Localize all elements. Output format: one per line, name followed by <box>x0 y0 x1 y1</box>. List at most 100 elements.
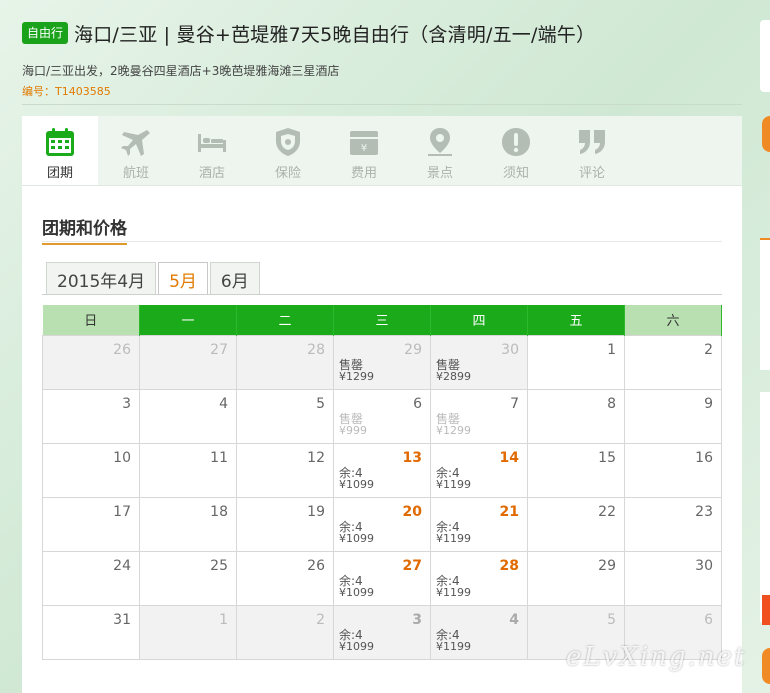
calendar-day-available[interactable]: 13 余:4 ¥1099 <box>333 442 431 498</box>
tab-notice[interactable]: 须知 <box>478 116 554 185</box>
calendar-body: 26 27 28 29 售罄 ¥1299 30 售罄 ¥2899 1 2 3 4 5 6 售罄 ¥999 7 售罄 ¥… <box>42 334 722 660</box>
side-button-edge[interactable] <box>762 595 770 625</box>
price-text: ¥1099 <box>339 585 374 599</box>
calendar-day-available[interactable]: 3 余:4 ¥1099 <box>333 604 431 660</box>
day-number: 29 <box>404 341 422 358</box>
tab-insurance[interactable]: 保险 <box>250 116 326 185</box>
page-header: 自由行 海口/三亚 | 曼谷+芭堤雅7天5晚自由行（含清明/五一/端午） 海口/… <box>22 18 752 99</box>
title-row: 自由行 海口/三亚 | 曼谷+芭堤雅7天5晚自由行（含清明/五一/端午） <box>22 18 752 48</box>
calendar-day: 26 <box>42 334 140 390</box>
price-text: ¥1199 <box>436 477 471 491</box>
tab-label: 团期 <box>46 166 73 181</box>
calendar-day-available[interactable]: 27 余:4 ¥1099 <box>333 550 431 606</box>
tab-label: 航班 <box>122 166 149 181</box>
day-number: 30 <box>501 341 519 358</box>
weekday-mon: 一 <box>139 305 237 335</box>
weekday-sat: 六 <box>624 305 722 335</box>
day-number: 29 <box>598 557 616 574</box>
page-title: 海口/三亚 | 曼谷+芭堤雅7天5晚自由行（含清明/五一/端午） <box>74 23 596 46</box>
day-number: 28 <box>499 557 519 574</box>
tab-fees[interactable]: ¥ 费用 <box>326 116 402 185</box>
departure-calendar: 日 一 二 三 四 五 六 26 27 28 29 售罄 ¥1299 30 售罄 ¥2899 1 2… <box>42 305 722 660</box>
calendar-day: 30 <box>624 550 722 606</box>
day-number: 6 <box>413 395 422 412</box>
calendar-day: 7 售罄 ¥1299 <box>430 388 528 444</box>
day-number: 31 <box>113 611 131 628</box>
calendar-day: 22 <box>527 496 625 552</box>
day-number: 15 <box>598 449 616 466</box>
weekday-tue: 二 <box>236 305 334 335</box>
weekday-sun: 日 <box>42 305 140 335</box>
tab-schedule[interactable]: 团期 <box>22 116 98 185</box>
price-text: ¥1099 <box>339 639 374 653</box>
day-number: 6 <box>704 611 713 628</box>
day-number: 10 <box>113 449 131 466</box>
month-tab-may[interactable]: 5月 <box>158 262 208 295</box>
svg-text:¥: ¥ <box>361 143 367 154</box>
calendar-week-row: 17 18 19 20 余:4 ¥1099 21 余:4 ¥1199 22 23 <box>42 496 722 552</box>
site-watermark: eLvXing.net <box>566 642 747 672</box>
day-number: 30 <box>695 557 713 574</box>
header-divider <box>22 104 742 105</box>
calendar-week-row: 3 4 5 6 售罄 ¥999 7 售罄 ¥1299 8 9 <box>42 388 722 444</box>
calendar-day: 29 售罄 ¥1299 <box>333 334 431 390</box>
day-number: 23 <box>695 503 713 520</box>
day-number: 3 <box>122 395 131 412</box>
tab-hotel[interactable]: 酒店 <box>174 116 250 185</box>
calendar-day: 16 <box>624 442 722 498</box>
day-number: 5 <box>316 395 325 412</box>
calendar-day-available[interactable]: 28 余:4 ¥1199 <box>430 550 528 606</box>
quote-icon <box>579 130 605 154</box>
tab-label: 景点 <box>426 166 453 181</box>
calendar-day: 24 <box>42 550 140 606</box>
tab-label: 评论 <box>578 166 605 181</box>
day-number: 2 <box>704 341 713 358</box>
day-number: 22 <box>598 503 616 520</box>
day-number: 5 <box>607 611 616 628</box>
month-tabs-divider <box>42 294 722 295</box>
calendar-day: 23 <box>624 496 722 552</box>
side-button-edge[interactable] <box>762 648 770 684</box>
month-tab-april[interactable]: 2015年4月 <box>46 262 157 294</box>
day-number: 9 <box>704 395 713 412</box>
day-number: 19 <box>307 503 325 520</box>
month-tab-june[interactable]: 6月 <box>209 262 260 294</box>
day-number: 21 <box>499 503 519 520</box>
calendar-day: 4 <box>139 388 237 444</box>
bed-icon <box>198 134 226 152</box>
side-button-edge[interactable] <box>762 116 770 152</box>
calendar-day-available[interactable]: 20 余:4 ¥1099 <box>333 496 431 552</box>
tab-attractions[interactable]: 景点 <box>402 116 478 185</box>
day-number: 1 <box>219 611 228 628</box>
calendar-day: 17 <box>42 496 140 552</box>
day-number: 3 <box>412 611 422 628</box>
calendar-day: 26 <box>236 550 334 606</box>
day-number: 4 <box>509 611 519 628</box>
calendar-day-available[interactable]: 4 余:4 ¥1199 <box>430 604 528 660</box>
day-number: 7 <box>510 395 519 412</box>
day-number: 4 <box>219 395 228 412</box>
day-number: 17 <box>113 503 131 520</box>
day-number: 27 <box>402 557 422 574</box>
calendar-icon <box>46 128 74 156</box>
calendar-day: 18 <box>139 496 237 552</box>
calendar-day: 29 <box>527 550 625 606</box>
day-number: 28 <box>307 341 325 358</box>
airplane-icon <box>121 130 150 156</box>
shield-icon <box>276 128 300 156</box>
price-text: ¥1299 <box>436 423 471 437</box>
price-text: ¥1099 <box>339 531 374 545</box>
calendar-day-available[interactable]: 14 余:4 ¥1199 <box>430 442 528 498</box>
tab-flight[interactable]: 航班 <box>98 116 174 185</box>
calendar-day: 6 售罄 ¥999 <box>333 388 431 444</box>
tab-reviews[interactable]: 评论 <box>554 116 630 185</box>
day-number: 14 <box>499 449 519 466</box>
calendar-day: 1 <box>527 334 625 390</box>
calendar-day: 5 <box>236 388 334 444</box>
tab-label: 须知 <box>502 166 529 181</box>
side-panel-edge <box>760 240 770 370</box>
detail-tabs: 团期 航班 酒店 保险 ¥ 费用 景点 须知 评论 <box>22 116 742 186</box>
price-text: ¥999 <box>339 423 367 437</box>
calendar-day-available[interactable]: 21 余:4 ¥1199 <box>430 496 528 552</box>
day-number: 26 <box>113 341 131 358</box>
